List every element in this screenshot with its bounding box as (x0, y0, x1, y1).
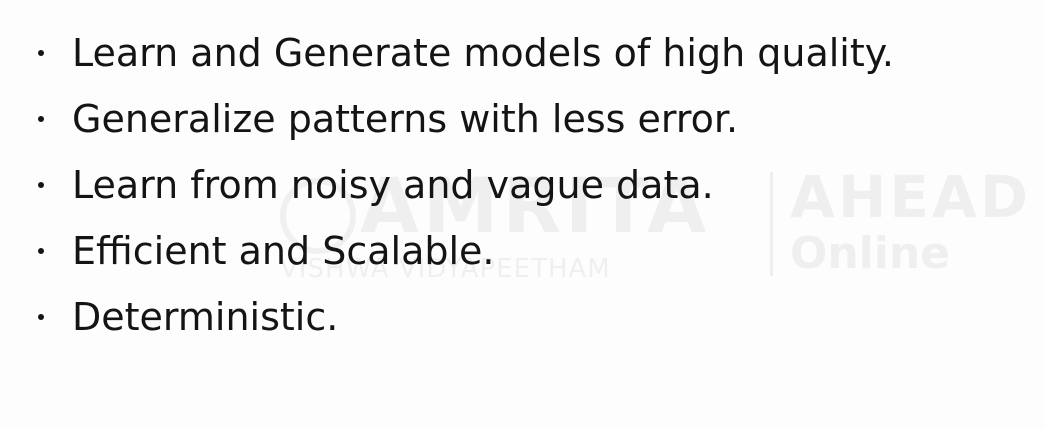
bullet-item: Learn from noisy and vague data. (38, 152, 894, 218)
bullet-text: Efficient and Scalable. (72, 229, 495, 273)
bullet-icon (38, 50, 44, 56)
bullet-text: Learn and Generate models of high qualit… (72, 31, 894, 75)
bullet-icon (38, 182, 44, 188)
bullet-item: Efficient and Scalable. (38, 218, 894, 284)
bullet-text: Deterministic. (72, 295, 339, 339)
bullet-icon (38, 116, 44, 122)
bullet-item: Deterministic. (38, 284, 894, 350)
bullet-item: Learn and Generate models of high qualit… (38, 20, 894, 86)
bullet-list: Learn and Generate models of high qualit… (38, 20, 894, 350)
slide: AMRITA VISHWA VIDYAPEETHAM AHEAD Online … (0, 0, 1044, 428)
bullet-icon (38, 314, 44, 320)
bullet-text: Generalize patterns with less error. (72, 97, 739, 141)
bullet-item: Generalize patterns with less error. (38, 86, 894, 152)
bullet-text: Learn from noisy and vague data. (72, 163, 714, 207)
bullet-icon (38, 248, 44, 254)
